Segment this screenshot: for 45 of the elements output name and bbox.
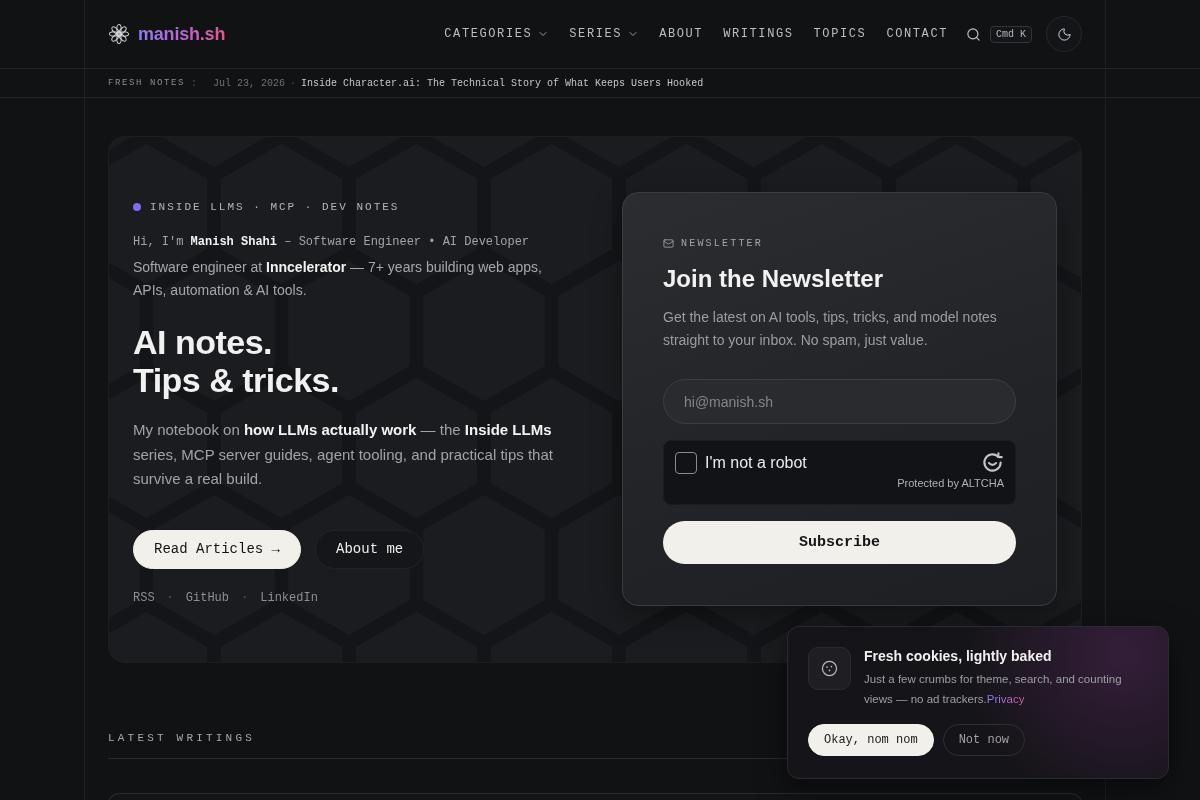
search-icon (966, 26, 981, 42)
cookie-text: Just a few crumbs for theme, search, and counting views — no ad trackers.Privacy (864, 672, 1123, 707)
note-title-link[interactable]: Inside Character.ai: The Technical Story of What Keeps Users Hooked (301, 77, 704, 89)
mail-icon (663, 237, 674, 249)
dot-icon (133, 203, 141, 211)
social-link[interactable]: LinkedIn (260, 590, 318, 605)
moon-icon (1056, 26, 1072, 42)
privacy-link[interactable]: Privacy (986, 692, 1025, 705)
subscribe-button[interactable]: Subscribe (663, 521, 1016, 564)
nav-link[interactable]: WRITINGS (723, 27, 794, 41)
cookie-icon (821, 660, 838, 677)
note-date: Jul 23, 2026 (213, 77, 286, 89)
hero-headline: AI notes. Tips & tricks. (133, 323, 339, 399)
accept-button[interactable]: Okay, nom nom (808, 724, 934, 756)
nav-link[interactable]: CATEGORIES (444, 27, 550, 41)
newsletter-title: Join the Newsletter (663, 264, 884, 294)
bio-text: Software engineer at Inncelerator — 7+ years building web apps, APIs, automation & AI tools. (133, 258, 543, 300)
email-input[interactable]: hi@manish.sh (663, 379, 1016, 424)
search-button[interactable]: Cmd K (966, 25, 1032, 43)
nav-link[interactable]: SERIES (569, 27, 640, 41)
shortcut-key: Cmd K (990, 25, 1032, 43)
separator-text: · (290, 77, 297, 89)
separator-text: · (166, 590, 174, 605)
captcha-footer: Protected by ALTCHA (897, 477, 1004, 489)
section-heading: LATEST WRITINGS (108, 731, 256, 745)
nav-link[interactable]: ABOUT (659, 27, 704, 41)
nav-link[interactable]: CONTACT (886, 27, 948, 41)
social-link[interactable]: RSS (133, 590, 155, 605)
newsletter-description: Get the latest on AI tools, tips, tricks, and model notes straight to your inbox. No spam, just value. (663, 308, 998, 350)
circle-arrow-icon (981, 451, 1004, 474)
hero-description: My notebook on how LLMs actually work — the Inside LLMs series, MCP server guides, agent tooling, and practical tips that survive a real build. (133, 420, 554, 489)
tagline: INSIDE LLMS · MCP · DEV NOTES (150, 201, 400, 213)
separator-text: · (241, 590, 249, 605)
read-articles-button[interactable]: Read Articles → (133, 529, 302, 569)
captcha-label: I'm not a robot (705, 453, 807, 472)
theme-toggle-button[interactable] (1046, 16, 1082, 52)
captcha-checkbox[interactable] (675, 451, 697, 474)
nav-link[interactable]: TOPICS (813, 27, 867, 41)
newsletter-eyebrow: NEWSLETTER (681, 237, 763, 249)
social-link[interactable]: GitHub (185, 590, 230, 605)
separator-text: : (191, 77, 198, 89)
cookie-title: Fresh cookies, lightly baked (864, 647, 1052, 665)
fresh-notes-label: FRESH NOTES (108, 78, 185, 88)
intro-text: Hi, I'm Manish Shahi – Software Engineer • AI Developer (133, 234, 530, 251)
flower-logo-icon (108, 23, 130, 45)
